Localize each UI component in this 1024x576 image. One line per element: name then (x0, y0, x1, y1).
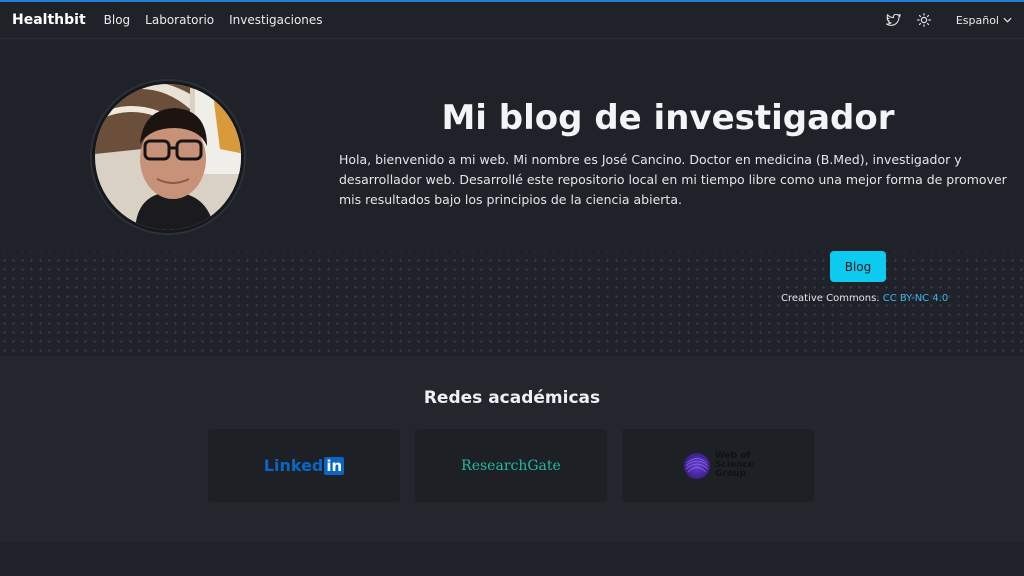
sun-icon[interactable] (916, 12, 932, 28)
wos-line-3: Group (715, 469, 746, 479)
web-of-science-logo: Web of Science Group (682, 451, 754, 481)
hero-section: Mi blog de investigador Hola, bienvenido… (0, 40, 1024, 356)
web-of-science-card[interactable]: Web of Science Group (622, 429, 814, 502)
nav-link-blog[interactable]: Blog (104, 13, 131, 27)
language-selector[interactable]: Español (956, 14, 1012, 27)
twitter-icon[interactable] (886, 12, 902, 28)
license-note: Creative Commons. CC BY-NC 4.0 (781, 293, 948, 304)
footer-strip (0, 542, 1024, 576)
linkedin-in-badge: in (324, 456, 345, 475)
linkedin-logo: Linked in (263, 456, 345, 475)
linkedin-wordmark: Linked (263, 456, 324, 475)
researchgate-card[interactable]: ResearchGate (415, 429, 607, 502)
section-title: Redes académicas (423, 388, 601, 408)
hero-description: Hola, bienvenido a mi web. Mi nombre es … (339, 152, 1007, 207)
license-prefix: Creative Commons. (781, 293, 880, 304)
license-link[interactable]: CC BY-NC 4.0 (883, 293, 949, 304)
page-title: Mi blog de investigador (441, 98, 895, 138)
blog-button[interactable]: Blog (830, 251, 886, 282)
web-of-science-globe-icon (684, 452, 711, 479)
web-of-science-wordmark: Web of Science Group (715, 452, 754, 479)
nav-link-investigaciones[interactable]: Investigaciones (229, 13, 322, 27)
chevron-down-icon (1003, 17, 1012, 23)
brand-logo[interactable]: Healthbit (12, 12, 86, 28)
language-label: Español (955, 13, 999, 27)
nav-right: Español (886, 12, 1012, 28)
linkedin-card[interactable]: Linked in (208, 429, 400, 502)
academic-networks-section: Redes académicas Linked in ResearchGate W… (0, 356, 1024, 542)
researchgate-logo: ResearchGate (461, 457, 561, 474)
avatar (92, 81, 244, 233)
nav-link-laboratorio[interactable]: Laboratorio (145, 13, 214, 27)
navbar: Healthbit Blog Laboratorio Investigacion… (0, 2, 1024, 39)
